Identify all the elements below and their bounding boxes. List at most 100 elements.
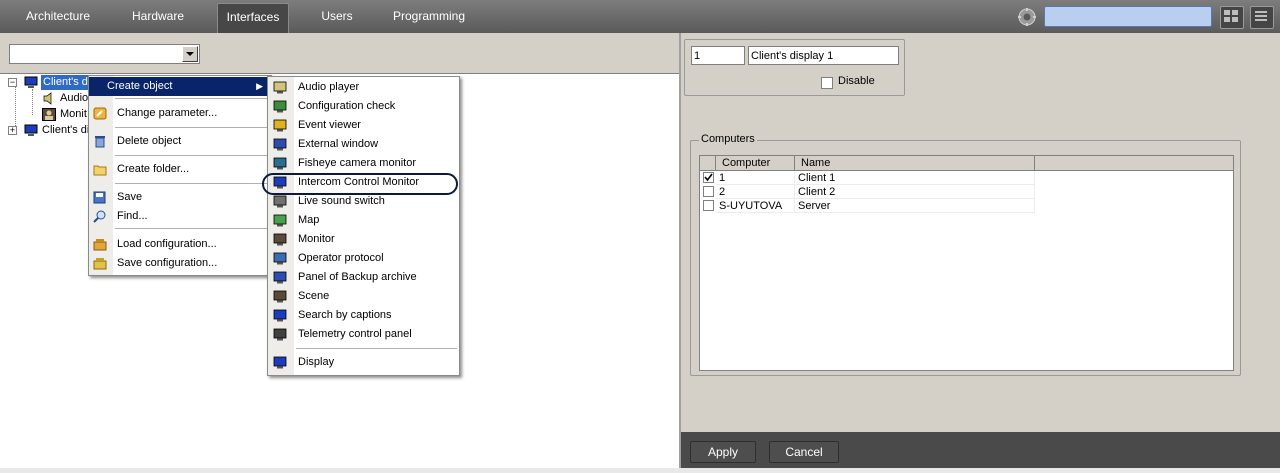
- submenu-item[interactable]: External window: [268, 135, 457, 154]
- check-icon: [273, 100, 287, 113]
- top-navigation-bar: Architecture Hardware Interfaces Users P…: [0, 0, 1280, 33]
- submenu-item-label: Operator protocol: [298, 252, 384, 264]
- table-row[interactable]: 2 Client 2: [700, 185, 1035, 199]
- grid-header-computer[interactable]: Computer: [716, 156, 795, 171]
- map-icon: [273, 214, 287, 227]
- apply-button[interactable]: Apply: [690, 441, 756, 463]
- submenu-item[interactable]: Telemetry control panel: [268, 325, 457, 344]
- menu-separator: [296, 348, 457, 349]
- submenu-item[interactable]: Monitor: [268, 230, 457, 249]
- submenu-item[interactable]: Search by captions: [268, 306, 457, 325]
- menu-separator: [115, 228, 269, 229]
- menu-icon[interactable]: [1250, 6, 1274, 29]
- chevron-down-icon[interactable]: [182, 46, 198, 62]
- name-field[interactable]: [748, 46, 899, 65]
- button-bar: Apply Cancel: [681, 432, 1280, 468]
- menu-item-save-configuration[interactable]: Save configuration...: [89, 254, 269, 273]
- menu-separator: [115, 98, 269, 99]
- submenu-item[interactable]: Map: [268, 211, 457, 230]
- row-checkbox[interactable]: [703, 186, 714, 197]
- backup-icon: [273, 271, 287, 284]
- object-type-dropdown[interactable]: [9, 44, 200, 64]
- highlight-ellipse: [262, 173, 458, 195]
- menu-item-find[interactable]: Find...: [89, 207, 269, 226]
- menu-item-change-parameter[interactable]: Change parameter...: [89, 104, 269, 123]
- gear-icon[interactable]: [1017, 7, 1037, 27]
- table-row[interactable]: 1 Client 1: [700, 171, 1035, 185]
- menu-item-load-configuration[interactable]: Load configuration...: [89, 235, 269, 254]
- save-icon: [93, 191, 107, 204]
- submenu-item-label: Monitor: [298, 233, 335, 245]
- folder-icon: [93, 163, 107, 176]
- submenu-item-label: Configuration check: [298, 100, 396, 112]
- speaker-icon: [42, 92, 56, 105]
- submenu-item-label: Map: [298, 214, 320, 226]
- submenu-item[interactable]: Event viewer: [268, 116, 457, 135]
- submenu-item-label: Search by captions: [298, 309, 392, 321]
- context-menu: Create object ▶ Change parameter... Dele…: [88, 75, 272, 276]
- submenu-item[interactable]: Operator protocol: [268, 249, 457, 268]
- computer-cell: 2: [716, 185, 795, 199]
- disable-checkbox[interactable]: [821, 77, 833, 89]
- tree-connector: [32, 89, 33, 115]
- tab-architecture[interactable]: Architecture: [14, 3, 102, 32]
- search-captions-icon: [273, 309, 287, 322]
- submenu-item[interactable]: Scene: [268, 287, 457, 306]
- tab-interfaces[interactable]: Interfaces: [217, 3, 289, 33]
- search-input[interactable]: [1044, 6, 1212, 27]
- submenu-item[interactable]: Panel of Backup archive: [268, 268, 457, 287]
- submenu-item-label: Event viewer: [298, 119, 361, 131]
- trash-icon: [93, 135, 107, 148]
- computers-group-label: Computers: [699, 133, 757, 145]
- menu-separator: [115, 155, 269, 156]
- name-cell: Server: [795, 199, 1035, 213]
- collapse-icon[interactable]: −: [8, 78, 17, 87]
- submenu-item-label: Scene: [298, 290, 330, 302]
- menu-item-save[interactable]: Save: [89, 188, 269, 207]
- cancel-button[interactable]: Cancel: [769, 441, 839, 463]
- submenu-item-label: Display: [298, 356, 335, 368]
- scene-icon: [273, 290, 287, 303]
- camera-icon: [42, 108, 56, 121]
- submenu-item-label: Panel of Backup archive: [298, 271, 417, 283]
- table-row[interactable]: S-UYUTOVA Server: [700, 199, 1035, 213]
- telemetry-icon: [273, 328, 287, 341]
- submenu-item-label: Telemetry control panel: [298, 328, 412, 340]
- tab-programming[interactable]: Programming: [384, 3, 474, 32]
- row-checkbox[interactable]: [703, 200, 714, 211]
- taskbar-strip: [0, 468, 1280, 473]
- id-field[interactable]: [691, 46, 745, 65]
- expand-icon[interactable]: +: [8, 126, 17, 135]
- layout-icon[interactable]: [1220, 6, 1244, 29]
- submenu-item-label: Fisheye camera monitor: [298, 157, 416, 169]
- row-checkbox[interactable]: [703, 172, 714, 183]
- camera-icon: [273, 233, 287, 246]
- create-object-submenu: Audio player Configuration check Event vie…: [262, 76, 460, 376]
- disable-label: Disable: [838, 75, 875, 87]
- grid-header-name[interactable]: Name: [795, 156, 1035, 171]
- computers-group: Computers Computer Name 1 Client 1 2 Client…: [690, 133, 1241, 376]
- name-cell: Client 1: [795, 171, 1035, 185]
- panel-divider[interactable]: [679, 33, 681, 468]
- menu-item-delete-object[interactable]: Delete object: [89, 132, 269, 151]
- menu-separator: [115, 127, 269, 128]
- grid-header-empty: [1035, 156, 1233, 171]
- find-icon: [93, 210, 107, 223]
- monitor-icon: [24, 124, 38, 137]
- menu-item-create-object[interactable]: Create object ▶: [89, 77, 269, 96]
- submenu-item-label: External window: [298, 138, 379, 150]
- submenu-item[interactable]: Display: [268, 353, 457, 372]
- display-icon: [273, 356, 287, 369]
- computer-cell: 1: [716, 171, 795, 185]
- computer-cell: S-UYUTOVA: [716, 199, 795, 213]
- menu-item-create-folder[interactable]: Create folder...: [89, 160, 269, 179]
- properties-panel: Disable Computers Computer Name 1Client …: [681, 33, 1280, 468]
- menu-separator: [115, 183, 269, 184]
- submenu-item[interactable]: Fisheye camera monitor: [268, 154, 457, 173]
- tab-users[interactable]: Users: [308, 3, 366, 32]
- tab-hardware[interactable]: Hardware: [118, 3, 198, 32]
- submenu-item[interactable]: Configuration check: [268, 97, 457, 116]
- submenu-item[interactable]: Audio player: [268, 78, 457, 97]
- tree-item-label: Audio: [60, 92, 89, 104]
- monitor-icon: [24, 76, 38, 89]
